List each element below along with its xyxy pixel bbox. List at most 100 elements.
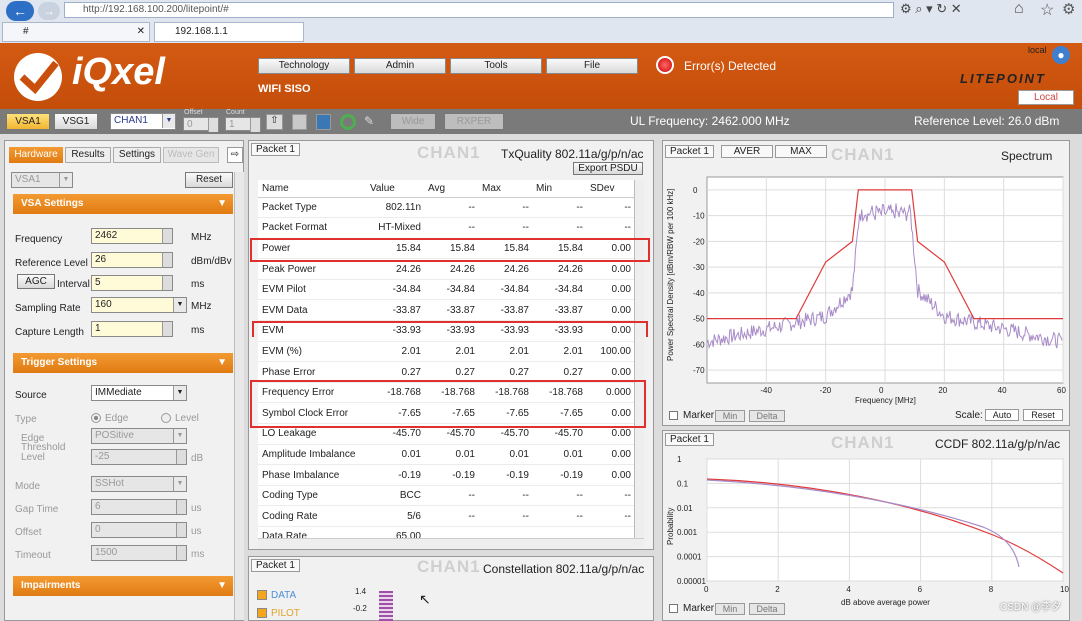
reset-scale-button[interactable]: Reset: [1023, 409, 1063, 421]
threshold-field[interactable]: -25: [91, 449, 187, 465]
address-bar[interactable]: http://192.168.100.200/litepoint/#: [64, 2, 894, 18]
table-scrollbar[interactable]: [634, 180, 644, 538]
value-cell: --: [586, 505, 634, 527]
table-row[interactable]: Packet Format HT-Mixed -- -- -- --: [258, 217, 634, 239]
delta-button[interactable]: Delta: [749, 603, 785, 615]
y-tick-label: 0.01: [677, 504, 693, 513]
edge-radio[interactable]: [91, 413, 101, 423]
y-tick-label: 1: [677, 455, 682, 464]
table-row[interactable]: Packet Type 802.11n -- -- -- --: [258, 197, 634, 219]
refresh-icon[interactable]: [340, 114, 356, 130]
browser-toolbar-icons[interactable]: ⚙ ⌕ ▾ ↻ ✕: [900, 1, 962, 17]
tab-wave-gen[interactable]: Wave Gen: [163, 147, 219, 163]
offset-field[interactable]: 0: [91, 522, 187, 538]
collapse-panel-icon[interactable]: ⇨: [227, 147, 243, 163]
table-row[interactable]: EVM Pilot -34.84 -34.84 -34.84 -34.84 0.00: [258, 279, 634, 301]
gear-icon[interactable]: ⚙: [1062, 0, 1075, 18]
back-button[interactable]: ←: [6, 1, 34, 21]
browser-tab-2[interactable]: 192.168.1.1: [154, 22, 304, 42]
min-button[interactable]: Min: [715, 410, 745, 422]
star-icon[interactable]: ☆: [1040, 0, 1054, 20]
tab-hardware[interactable]: Hardware: [9, 147, 63, 163]
user-icon[interactable]: ●: [1052, 46, 1070, 64]
home-icon[interactable]: ⌂: [1014, 0, 1024, 18]
timeout-field[interactable]: 1500: [91, 545, 187, 561]
value-cell: -34.84: [424, 279, 478, 301]
packet-tab[interactable]: Packet 1: [251, 559, 300, 572]
value-cell: -33.87: [532, 299, 586, 322]
error-status[interactable]: Error(s) Detected: [684, 59, 776, 73]
source-select[interactable]: IMMediate ▼: [91, 385, 187, 401]
url-text: http://192.168.100.200/litepoint/#: [83, 4, 229, 15]
sampling-rate-select[interactable]: 160 ▼: [91, 297, 187, 313]
value-cell: 2.01: [532, 341, 586, 363]
min-button[interactable]: Min: [715, 603, 745, 615]
nav-technology[interactable]: Technology: [258, 58, 350, 74]
level-radio[interactable]: [161, 413, 171, 423]
reference-level-field[interactable]: 26: [91, 252, 173, 268]
reset-button[interactable]: Reset: [185, 172, 233, 188]
data-checkbox[interactable]: [257, 590, 267, 600]
table-row[interactable]: Coding Rate 5/6 -- -- -- --: [258, 505, 634, 527]
tab-results[interactable]: Results: [65, 147, 111, 163]
agc-button[interactable]: AGC: [17, 274, 55, 289]
table-row[interactable]: Phase Imbalance -0.19 -0.19 -0.19 -0.19 0.00: [258, 464, 634, 486]
value-cell: --: [586, 217, 634, 239]
capture-length-field[interactable]: 1: [91, 321, 173, 337]
reference-level: Reference Level: 26.0 dBm: [914, 114, 1060, 128]
frequency-field[interactable]: 2462: [91, 228, 173, 244]
nav-admin[interactable]: Admin: [354, 58, 446, 74]
vsa1-button[interactable]: VSA1: [6, 113, 50, 130]
marker-checkbox[interactable]: [669, 604, 678, 613]
pilot-checkbox[interactable]: [257, 608, 267, 618]
edge-select[interactable]: POSitive ▼: [91, 428, 187, 444]
value-cell: --: [532, 505, 586, 527]
export-psdu-button[interactable]: Export PSDU: [573, 162, 643, 175]
table-row[interactable]: EVM Data -33.87 -33.87 -33.87 -33.87 0.00: [258, 299, 634, 322]
delta-button[interactable]: Delta: [749, 410, 785, 422]
browser-tab-1[interactable]: # ✕: [2, 22, 150, 42]
value-cell: --: [424, 197, 478, 219]
eraser-icon[interactable]: ✎: [364, 114, 380, 130]
stepper-arrows-icon: [176, 500, 186, 514]
trigger-settings-header[interactable]: Trigger Settings ▼: [13, 353, 233, 373]
packet-tab[interactable]: Packet 1: [251, 143, 300, 156]
y-tick-label: -30: [693, 263, 705, 272]
offset-stepper[interactable]: 0: [183, 117, 219, 132]
chan-select[interactable]: CHAN1 ▼: [110, 113, 176, 130]
packet-tab[interactable]: Packet 1: [665, 433, 714, 446]
rxper-button[interactable]: RXPER: [444, 113, 504, 130]
gap-time-field[interactable]: 6: [91, 499, 187, 515]
count-stepper[interactable]: 1: [225, 117, 261, 132]
vsg1-button[interactable]: VSG1: [54, 113, 98, 130]
packet-tab[interactable]: Packet 1: [665, 145, 714, 158]
impairments-header[interactable]: Impairments ▼: [13, 576, 233, 596]
wide-button[interactable]: Wide: [390, 113, 436, 130]
table-row[interactable]: Coding Type BCC -- -- -- --: [258, 485, 634, 507]
forward-button[interactable]: →: [38, 2, 60, 20]
user-label: local: [1028, 45, 1047, 55]
table-row[interactable]: Amplitude Imbalance 0.01 0.01 0.01 0.01 0.00: [258, 444, 634, 466]
upload-icon[interactable]: ⇧: [266, 114, 283, 130]
y-tick-label: -50: [693, 315, 705, 324]
row-name-cell: Coding Type: [258, 485, 366, 507]
vsa-select[interactable]: VSA1 ▼: [11, 172, 73, 188]
location-button[interactable]: Local: [1018, 90, 1074, 105]
marker-checkbox[interactable]: [669, 411, 678, 420]
mode-select[interactable]: SSHot ▼: [91, 476, 187, 492]
auto-button[interactable]: Auto: [985, 409, 1019, 421]
nav-tools[interactable]: Tools: [450, 58, 542, 74]
tab-max[interactable]: MAX: [775, 145, 827, 158]
tab-aver[interactable]: AVER: [721, 145, 773, 158]
tab-settings[interactable]: Settings: [113, 147, 161, 163]
nav-file[interactable]: File: [546, 58, 638, 74]
calculator-icon[interactable]: [292, 114, 307, 130]
chart-icon[interactable]: [316, 114, 331, 130]
error-indicator-icon[interactable]: [656, 56, 674, 74]
close-icon[interactable]: ✕: [137, 23, 145, 41]
left-scrollbar[interactable]: [234, 172, 244, 620]
vsa-settings-header[interactable]: VSA Settings ▼: [13, 194, 233, 214]
interval-field[interactable]: 5: [91, 275, 173, 291]
table-hscrollbar[interactable]: [258, 538, 644, 547]
table-row[interactable]: EVM (%) 2.01 2.01 2.01 2.01 100.00: [258, 341, 634, 363]
